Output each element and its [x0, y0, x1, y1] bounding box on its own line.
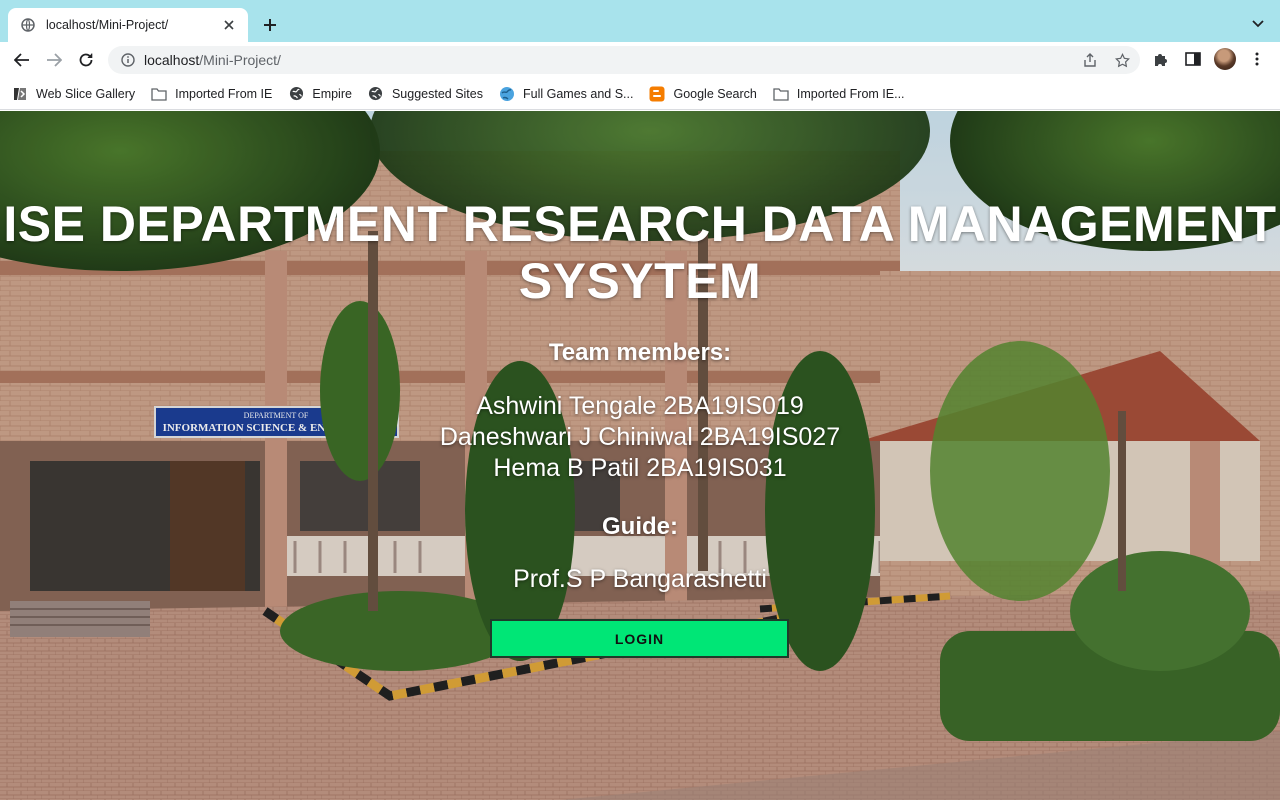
team-members-heading: Team members: [548, 339, 732, 366]
bookmark-web-slice-gallery[interactable]: Web Slice Gallery [12, 86, 135, 102]
info-icon[interactable] [120, 52, 136, 68]
bookmark-label: Google Search [673, 86, 757, 101]
side-panel-icon[interactable] [1182, 48, 1204, 70]
blogger-icon [649, 86, 665, 102]
url-host: localhost [144, 52, 200, 68]
bookmark-full-games[interactable]: Full Games and S... [499, 86, 633, 102]
bookmark-label: Full Games and S... [523, 86, 634, 101]
profile-avatar[interactable] [1214, 48, 1236, 70]
url-text: localhost/Mini-Project/ [144, 52, 281, 68]
more-menu-icon[interactable] [1246, 48, 1268, 70]
folder-icon [151, 86, 167, 102]
chevron-down-icon[interactable] [1248, 14, 1268, 34]
close-tab-icon[interactable] [220, 16, 238, 34]
globe-icon [368, 86, 384, 102]
address-bar[interactable]: localhost/Mini-Project/ [108, 46, 1140, 74]
share-icon[interactable] [1080, 50, 1100, 70]
guide-name: Prof.S P Bangarashetti [513, 565, 767, 593]
bookmark-google-search[interactable]: Google Search [649, 86, 757, 102]
bookmark-imported-from-ie[interactable]: Imported From IE [151, 86, 272, 102]
guide-heading: Guide: [602, 513, 678, 540]
web-slice-icon [12, 86, 28, 102]
team-member-3: Hema B Patil 2BA19IS031 [493, 454, 787, 482]
bookmark-label: Imported From IE... [796, 86, 905, 101]
bookmark-label: Imported From IE [175, 86, 273, 101]
forward-icon[interactable] [42, 48, 66, 72]
browser-tab[interactable]: localhost/Mini-Project/ [8, 8, 248, 42]
bookmark-empire[interactable]: Empire [288, 86, 352, 102]
bookmark-label: Suggested Sites [391, 86, 483, 101]
page-viewport: DEPARTMENT OF INFORMATION SCIENCE & ENGI… [0, 111, 1280, 800]
bookmark-suggested-sites[interactable]: Suggested Sites [368, 86, 483, 102]
login-button[interactable]: LOGIN [490, 619, 789, 658]
team-member-1: Ashwini Tengale 2BA19IS019 [476, 392, 804, 420]
back-icon[interactable] [10, 48, 34, 72]
page-title: ISE DEPARTMENT RESEARCH DATA MANAGEMENT … [3, 196, 1277, 309]
tab-strip: localhost/Mini-Project/ [0, 0, 1280, 42]
bookmark-star-icon[interactable] [1112, 50, 1132, 70]
globe-icon [288, 86, 304, 102]
bookmark-imported-from-ie-2[interactable]: Imported From IE... [773, 86, 905, 102]
folder-icon [773, 86, 789, 102]
landing-content: ISE DEPARTMENT RESEARCH DATA MANAGEMENT … [0, 111, 1280, 800]
new-tab-icon[interactable] [258, 13, 282, 37]
reload-icon[interactable] [74, 48, 98, 72]
url-path: /Mini-Project/ [199, 52, 281, 68]
bookmarks-bar: Web Slice Gallery Imported From IE Empir… [0, 78, 1280, 110]
team-member-2: Daneshwari J Chiniwal 2BA19IS027 [439, 423, 841, 451]
bookmark-label: Empire [312, 86, 352, 101]
tab-title: localhost/Mini-Project/ [46, 18, 169, 32]
extensions-puzzle-icon[interactable] [1150, 48, 1172, 70]
browser-toolbar: localhost/Mini-Project/ [0, 42, 1280, 78]
globe-icon [20, 17, 36, 33]
globe-blue-icon [499, 86, 515, 102]
bookmark-label: Web Slice Gallery [36, 86, 136, 101]
